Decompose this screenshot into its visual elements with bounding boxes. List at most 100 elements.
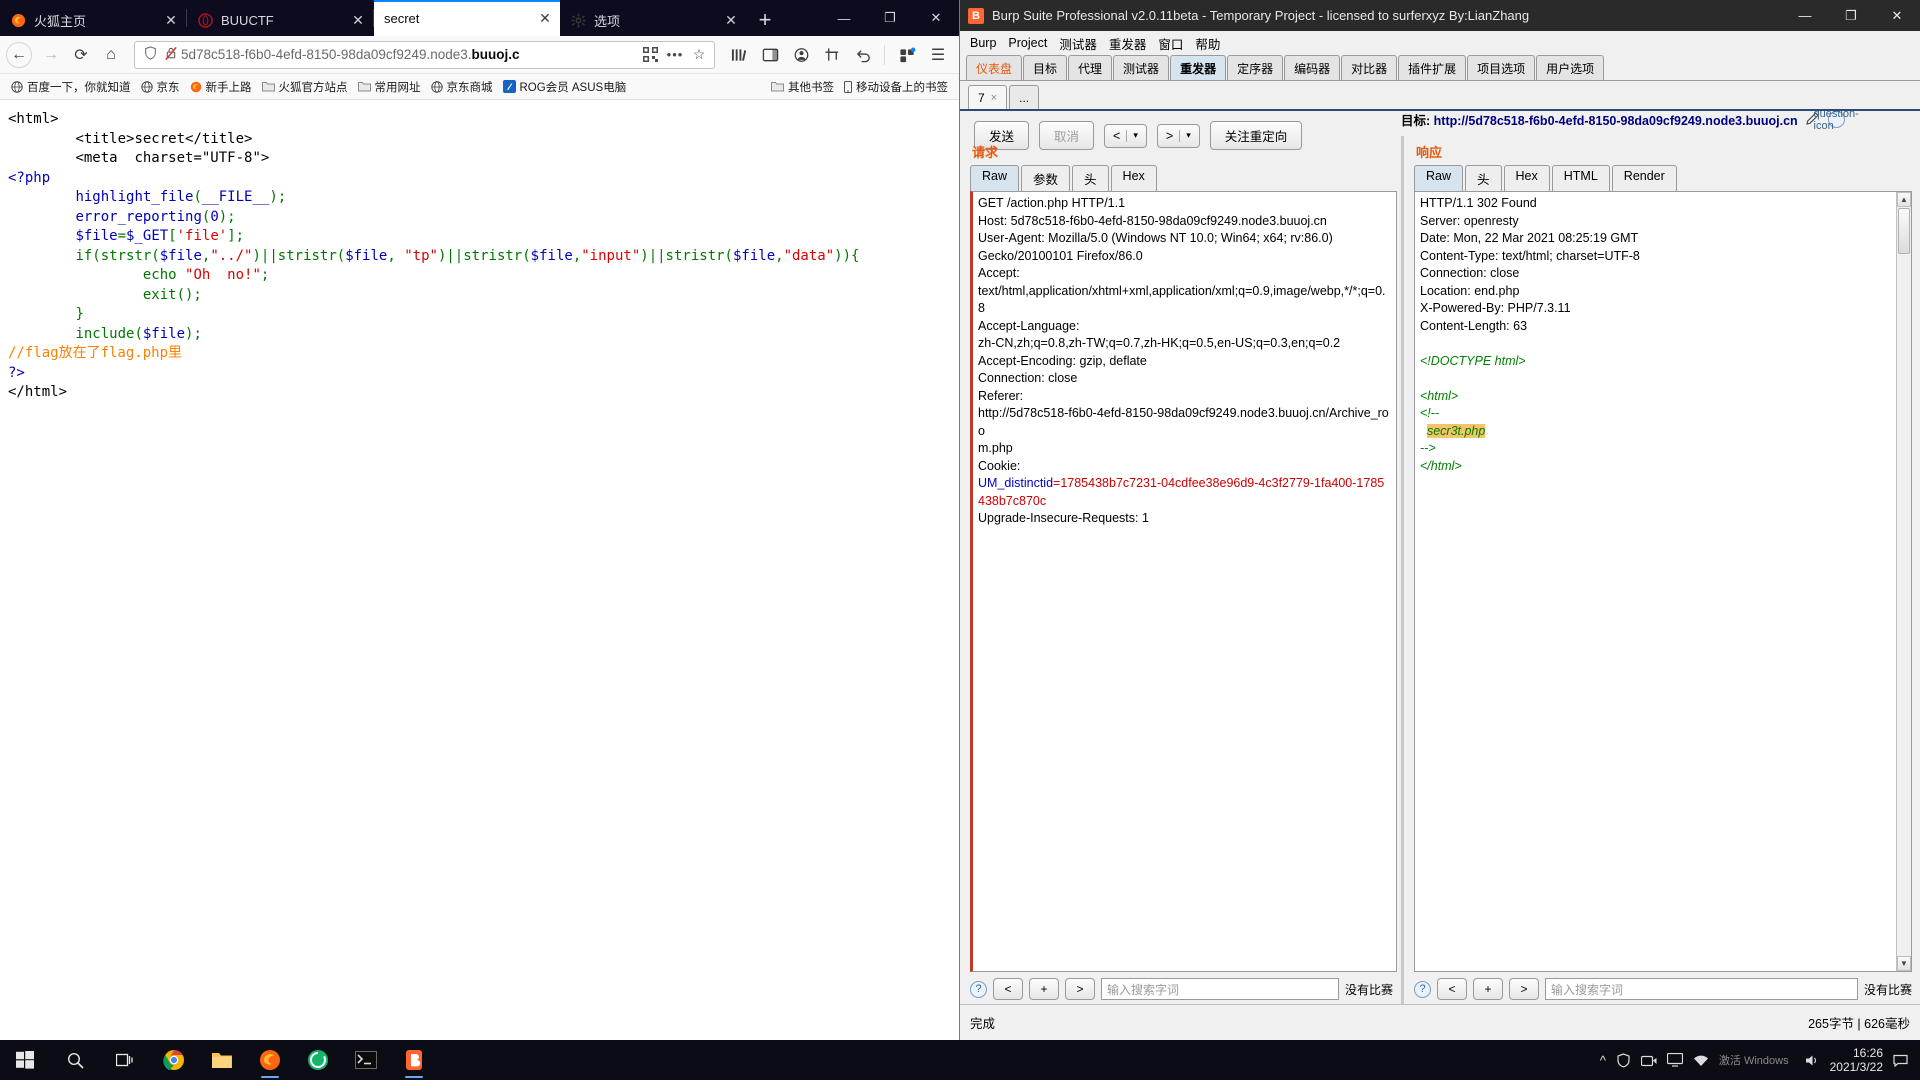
bookmark-item-1[interactable]: 京东 [136, 77, 185, 97]
scrollbar-thumb[interactable] [1898, 208, 1910, 254]
search-add-button[interactable]: + [1473, 978, 1503, 1000]
close-icon[interactable]: ✕ [162, 12, 180, 29]
address-bar[interactable]: 5d78c518-f6b0-4efd-8150-98da09cf9249.nod… [134, 40, 715, 69]
extensions-icon[interactable] [892, 40, 922, 70]
taskbar-app-chrome[interactable] [150, 1040, 198, 1080]
shield-icon[interactable] [1616, 1052, 1631, 1068]
page-actions-button[interactable]: ••• [662, 47, 688, 62]
browser-tab-1[interactable]: BUUCTF ✕ [187, 4, 373, 36]
response-scrollbar[interactable]: ▲ ▼ [1896, 192, 1911, 971]
qr-icon[interactable] [643, 46, 659, 63]
taskbar-app-firefox[interactable] [246, 1040, 294, 1080]
undo-icon[interactable] [848, 40, 878, 70]
close-icon[interactable]: ✕ [722, 12, 740, 29]
browser-tab-3[interactable]: 选项 ✕ [560, 4, 746, 36]
response-tab-头[interactable]: 头 [1465, 165, 1502, 191]
bookmark-mobile-folder[interactable]: 移动设备上的书签 [839, 77, 953, 97]
question-icon[interactable]: question-icon [1814, 108, 1859, 132]
burp-tab-8[interactable]: 插件扩展 [1398, 55, 1467, 80]
request-body[interactable]: GET /action.php HTTP/1.1 Host: 5d78c518-f… [970, 191, 1397, 972]
search-icon[interactable] [50, 1040, 100, 1080]
bookmark-star-icon[interactable]: ☆ [688, 46, 710, 63]
burp-tab-2[interactable]: 代理 [1068, 55, 1113, 80]
question-icon[interactable]: ? [1414, 980, 1431, 998]
browser-tab-2[interactable]: secret ✕ [374, 0, 560, 36]
burp-tab-3[interactable]: 测试器 [1113, 55, 1170, 80]
minimize-button[interactable]: — [1782, 0, 1828, 31]
close-button[interactable]: ✕ [913, 0, 959, 36]
minimize-button[interactable]: — [821, 0, 867, 36]
response-search-input[interactable]: 输入搜索字词 [1545, 978, 1858, 1000]
menu-burp[interactable]: Burp [970, 36, 996, 50]
bookmark-item-5[interactable]: 京东商城 [426, 77, 498, 97]
search-next-button[interactable]: > [1065, 978, 1095, 1000]
library-icon[interactable] [724, 40, 754, 70]
lock-crossed-icon[interactable] [161, 46, 181, 64]
burp-tab-6[interactable]: 编码器 [1284, 55, 1341, 80]
menu-window[interactable]: 窗口 [1158, 34, 1183, 53]
repeater-tab-7[interactable]: 7 × [968, 85, 1008, 109]
bookmark-other-folder[interactable]: 其他书签 [766, 77, 839, 97]
close-icon[interactable]: ✕ [536, 10, 554, 27]
camera-icon[interactable] [1640, 1054, 1657, 1067]
menu-intruder[interactable]: 测试器 [1059, 34, 1097, 53]
bookmark-item-6[interactable]: ROG会员 ASUS电脑 [498, 77, 632, 97]
network-icon[interactable] [1693, 1054, 1709, 1067]
response-tab-html[interactable]: HTML [1551, 165, 1610, 191]
request-search-input[interactable]: 输入搜索字词 [1101, 978, 1339, 1000]
repeater-tab-more[interactable]: ... [1009, 85, 1040, 109]
close-icon[interactable]: ✕ [349, 12, 367, 29]
forward-button[interactable]: → [36, 40, 66, 70]
account-icon[interactable] [786, 40, 816, 70]
taskbar-clock[interactable]: 16:26 2021/3/22 [1830, 1046, 1883, 1074]
menu-project[interactable]: Project [1008, 36, 1047, 50]
burp-tab-5[interactable]: 定序器 [1227, 55, 1284, 80]
taskbar-app-browser-360[interactable] [294, 1040, 342, 1080]
response-body[interactable]: HTTP/1.1 302 Found Server: openresty Date:… [1414, 191, 1912, 972]
menu-button[interactable]: ☰ [923, 40, 953, 70]
search-prev-button[interactable]: < [993, 978, 1023, 1000]
shield-icon[interactable] [139, 46, 161, 63]
sidebar-icon[interactable] [755, 40, 785, 70]
new-tab-button[interactable]: + [746, 4, 784, 36]
screen-icon[interactable] [1666, 1053, 1683, 1067]
burp-tab-0[interactable]: 仪表盘 [966, 55, 1023, 80]
home-button[interactable]: ⌂ [96, 40, 126, 70]
response-tab-render[interactable]: Render [1611, 165, 1677, 191]
screenshot-icon[interactable] [817, 40, 847, 70]
request-tab-头[interactable]: 头 [1072, 165, 1109, 191]
search-add-button[interactable]: + [1029, 978, 1059, 1000]
request-tab-raw[interactable]: Raw [970, 165, 1020, 191]
menu-repeater[interactable]: 重发器 [1109, 34, 1147, 53]
search-next-button[interactable]: > [1509, 978, 1539, 1000]
burp-tab-4[interactable]: 重发器 [1170, 55, 1227, 80]
bookmark-item-2[interactable]: 新手上路 [185, 77, 257, 97]
notification-icon[interactable] [1893, 1053, 1908, 1067]
question-icon[interactable]: ? [970, 980, 987, 998]
menu-help[interactable]: 帮助 [1195, 34, 1220, 53]
taskbar-app-terminal[interactable] [342, 1040, 390, 1080]
burp-tab-1[interactable]: 目标 [1023, 55, 1068, 80]
back-button[interactable]: ← [6, 41, 32, 68]
request-tab-参数[interactable]: 参数 [1021, 165, 1071, 191]
close-icon[interactable]: × [991, 92, 997, 104]
taskbar-app-burp-suite[interactable] [390, 1040, 438, 1080]
volume-icon[interactable] [1805, 1054, 1820, 1067]
response-tab-hex[interactable]: Hex [1503, 165, 1550, 191]
scroll-up-icon[interactable]: ▲ [1897, 192, 1911, 207]
taskbar-app-file-explorer[interactable] [198, 1040, 246, 1080]
bookmark-item-4[interactable]: 常用网址 [353, 77, 426, 97]
bookmark-item-3[interactable]: 火狐官方站点 [257, 77, 353, 97]
bookmark-item-0[interactable]: 百度一下，你就知道 [6, 77, 136, 97]
close-button[interactable]: ✕ [1874, 0, 1920, 31]
burp-tab-10[interactable]: 用户选项 [1536, 55, 1605, 80]
task-view-icon[interactable] [100, 1040, 150, 1080]
tray-chevron-icon[interactable]: ^ [1600, 1053, 1606, 1068]
reload-button[interactable]: ⟳ [66, 40, 96, 70]
response-tab-raw[interactable]: Raw [1414, 165, 1464, 191]
browser-tab-0[interactable]: 火狐主页 ✕ [0, 4, 186, 36]
maximize-button[interactable]: ❐ [1828, 0, 1874, 31]
burp-tab-9[interactable]: 项目选项 [1467, 55, 1536, 80]
burp-tab-7[interactable]: 对比器 [1341, 55, 1398, 80]
maximize-button[interactable]: ❐ [867, 0, 913, 36]
